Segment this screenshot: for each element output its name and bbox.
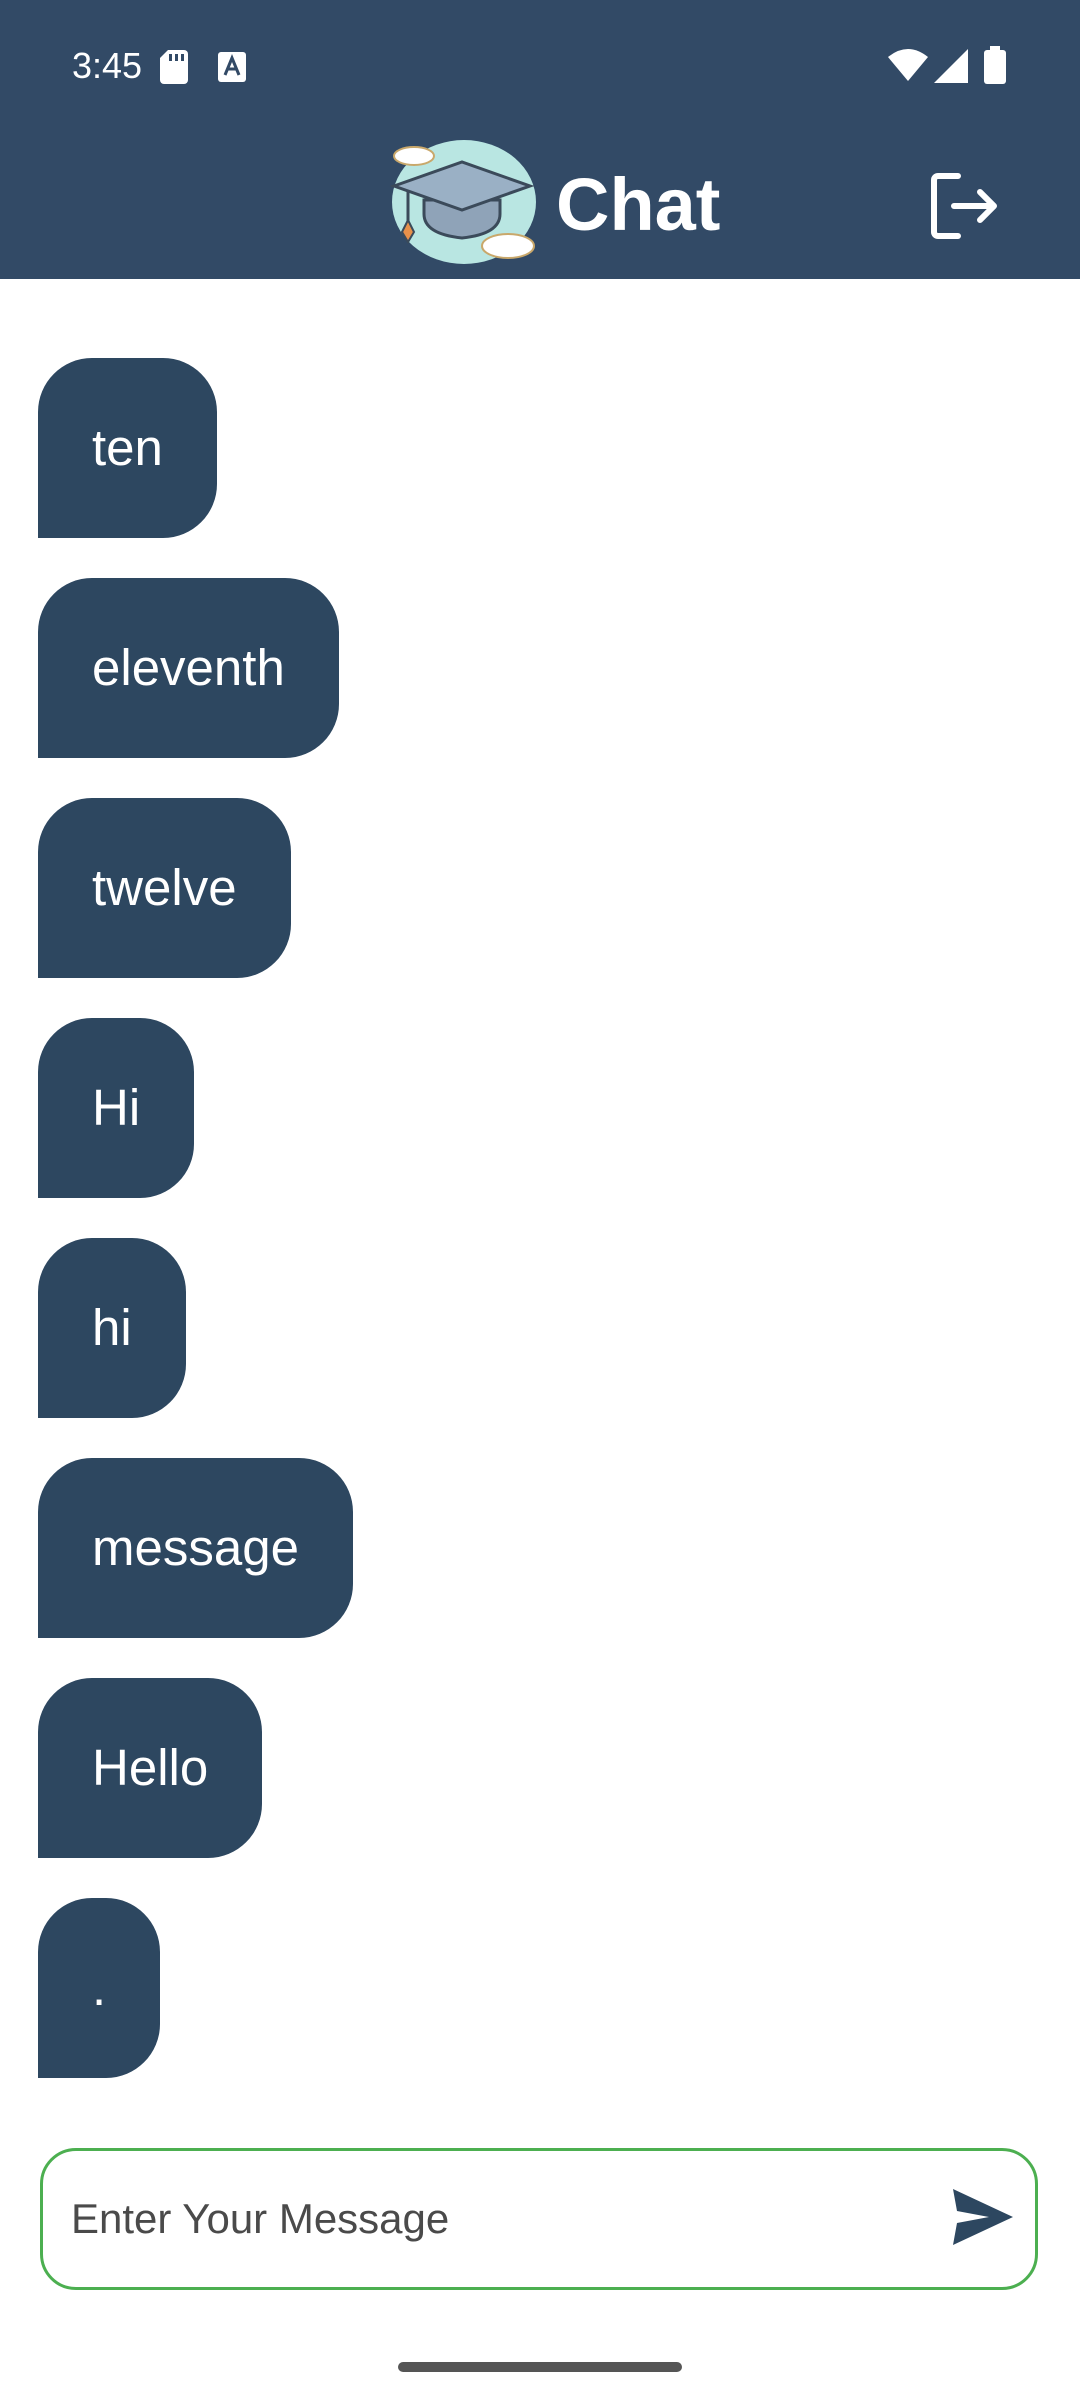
message-list: ten eleventh twelve Hi hi message Hello … — [38, 358, 353, 2118]
message-bubble: hi — [38, 1238, 186, 1418]
a-notification-icon — [218, 52, 246, 82]
message-bubble: ten — [38, 358, 217, 538]
logout-button[interactable] — [924, 166, 1004, 246]
status-time: 3:45 — [72, 45, 143, 86]
message-bubble: Hello — [38, 1678, 263, 1858]
message-bubble: eleventh — [38, 578, 339, 758]
message-bubble: Hi — [38, 1018, 195, 1198]
message-bubble: message — [38, 1458, 353, 1638]
battery-icon — [984, 46, 1006, 84]
wifi-icon — [888, 49, 928, 81]
message-bubble: twelve — [38, 798, 291, 978]
message-composer — [40, 2148, 1038, 2290]
graduation-cap-icon — [389, 140, 536, 264]
sd-card-icon — [160, 50, 188, 84]
app-bar: 3:45 Chat — [0, 0, 1080, 279]
logout-icon — [931, 173, 997, 239]
send-button[interactable] — [947, 2181, 1019, 2253]
home-indicator[interactable] — [398, 2362, 682, 2372]
page-title: Chat — [556, 163, 721, 246]
signal-icon — [934, 49, 968, 83]
message-input[interactable] — [71, 2151, 931, 2287]
send-icon — [953, 2189, 1013, 2245]
message-bubble: . — [38, 1898, 161, 2078]
